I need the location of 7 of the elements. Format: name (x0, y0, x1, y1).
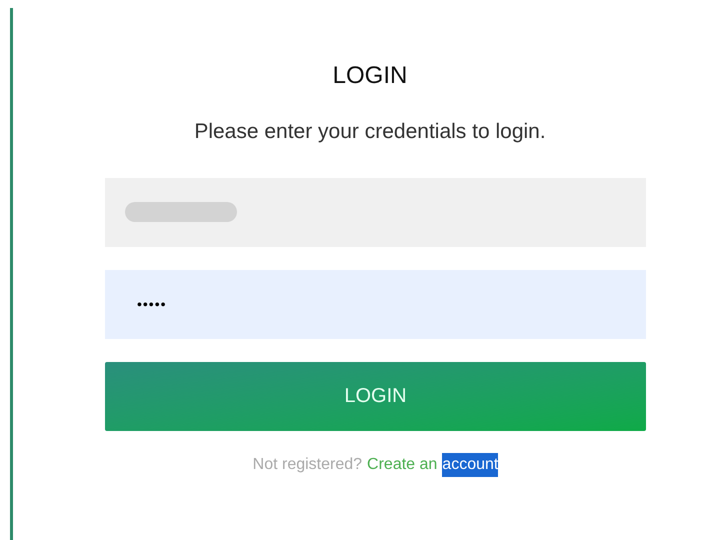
subtitle: Please enter your credentials to login. (194, 119, 546, 145)
create-account-link[interactable]: Create an account (367, 452, 498, 476)
not-registered-text: Not registered? (252, 454, 362, 474)
username-field[interactable] (105, 178, 646, 246)
login-button[interactable]: LOGIN (105, 362, 646, 430)
login-title: LOGIN (332, 61, 408, 91)
password-field[interactable]: ••••• (105, 270, 646, 338)
